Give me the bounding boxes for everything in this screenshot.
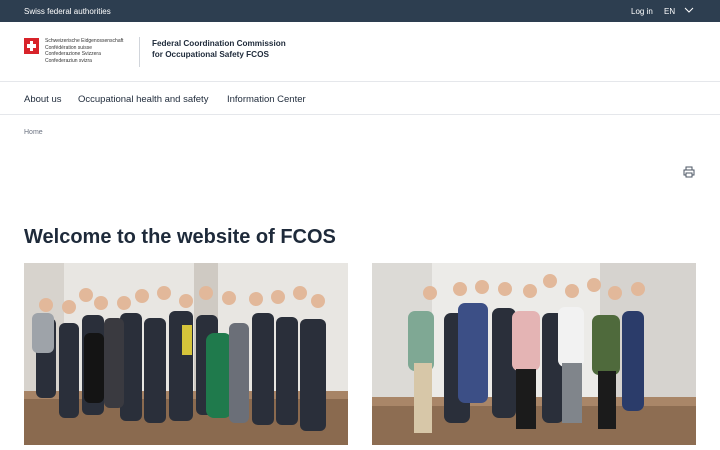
confederation-name-rm: Confederaziun svizra: [45, 57, 92, 64]
nav-item-occupational-health[interactable]: Occupational health and safety: [78, 94, 208, 105]
confederation-name-de: Schweizerische Eidgenossenschaft: [45, 38, 124, 44]
nav-item-information-center[interactable]: Information Center: [227, 94, 306, 105]
swiss-authorities-link[interactable]: Swiss federal authorities: [24, 7, 111, 16]
page-title: Welcome to the website of FCOS: [24, 226, 336, 248]
confederation-name-it: Confederazione Svizzera: [45, 51, 101, 58]
nav-item-about-us[interactable]: About us: [24, 94, 62, 105]
confederation-name-fr: Confédération suisse: [45, 44, 92, 51]
top-bar: Swiss federal authorities Log in EN: [0, 0, 720, 22]
main-navigation: About us Occupational health and safety …: [0, 82, 720, 115]
header-divider: [139, 37, 140, 67]
swiss-confederation-logo[interactable]: Schweizerische Eidgenossenschaft Confédé…: [24, 38, 134, 70]
breadcrumb-home[interactable]: Home: [24, 129, 43, 136]
organization-name-line1: Federal Coordination Commission: [152, 39, 286, 48]
confederation-names: Schweizerische Eidgenossenschaft Confédé…: [45, 38, 123, 64]
organization-name[interactable]: Federal Coordination Commission for Occu…: [152, 38, 286, 60]
swiss-flag-icon: [24, 38, 39, 54]
team-photo-1-image: [24, 263, 348, 445]
chevron-down-icon[interactable]: [684, 6, 694, 14]
team-photo-2: [372, 263, 696, 445]
language-selector[interactable]: EN: [664, 7, 675, 16]
breadcrumb: Home: [24, 129, 43, 136]
team-photo-2-image: [372, 263, 696, 445]
site-header: Schweizerische Eidgenossenschaft Confédé…: [0, 22, 720, 82]
printer-icon[interactable]: [683, 166, 695, 178]
organization-name-line2: for Occupational Safety FCOS: [152, 50, 269, 59]
login-link[interactable]: Log in: [631, 7, 653, 16]
team-photo-1: [24, 263, 348, 445]
